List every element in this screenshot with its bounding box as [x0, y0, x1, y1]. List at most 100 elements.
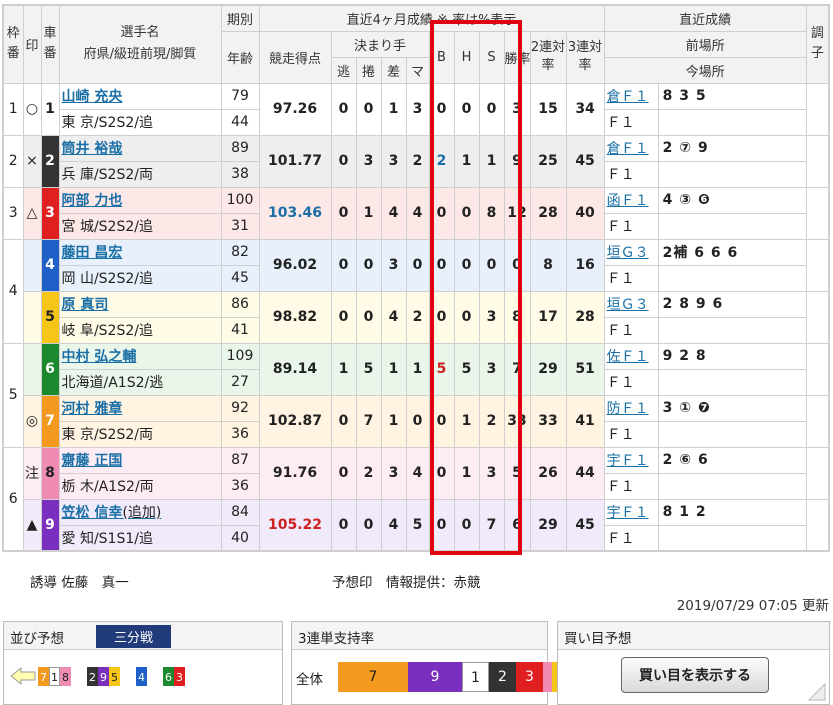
cur-results — [657, 316, 807, 344]
lineup-chips: 718295463 — [10, 666, 185, 686]
s-count: 0 — [478, 82, 505, 136]
two-rate: 28 — [529, 186, 567, 240]
kimarite-sashi-header: 差 — [380, 56, 407, 84]
prev-place-link[interactable]: 垣Ｇ３ — [603, 238, 659, 266]
rider-header: 選手名 府県/級班前現/脚質 — [58, 4, 222, 84]
prev-results: 3 ① ❼ — [657, 394, 807, 422]
kimarite-mark-header: マ — [405, 56, 430, 84]
rider-name-link[interactable]: 笠松 信幸 — [62, 505, 123, 521]
kimarite-k3: 4 — [380, 186, 407, 240]
age: 36 — [220, 420, 260, 448]
show-buy-button[interactable]: 買い目を表示する — [621, 657, 769, 693]
car-number: 4 — [40, 238, 60, 292]
rider-name-link[interactable]: 藤田 昌宏 — [62, 245, 123, 261]
kimarite-k3: 3 — [380, 238, 407, 292]
condition — [805, 134, 830, 188]
prediction-mark: △ — [22, 186, 42, 240]
condition — [805, 446, 830, 500]
s-count: 0 — [478, 238, 505, 292]
win-rate: 12 — [503, 186, 531, 240]
prev-place-link[interactable]: 倉Ｆ１ — [603, 134, 659, 162]
kimarite-k3: 1 — [380, 394, 407, 448]
kimarite-k4: 1 — [405, 342, 430, 396]
period: 79 — [220, 82, 260, 110]
rider-header-line2: 府県/級班前現/脚質 — [83, 47, 197, 63]
cur-place: Ｆ１ — [603, 472, 659, 500]
s-count: 7 — [478, 498, 505, 552]
support-segment: 7 — [338, 662, 408, 692]
kimarite-k3: 4 — [380, 498, 407, 552]
race-points: 89.14 — [258, 342, 332, 396]
lineup-car-chip: 6 — [163, 666, 174, 686]
rider-name-link[interactable]: 齋藤 正国 — [62, 453, 123, 469]
prev-results: 2 8 9 6 — [657, 290, 807, 318]
race-points: 91.76 — [258, 446, 332, 500]
rider-info: 兵 庫/S2S2/両 — [58, 160, 222, 188]
kimarite-k4: 5 — [405, 498, 430, 552]
b-count: 0 — [428, 82, 455, 136]
prev-place-link[interactable]: 函Ｆ１ — [603, 186, 659, 214]
win-rate: 3 — [503, 82, 531, 136]
cur-place: Ｆ１ — [603, 212, 659, 240]
rider-name-link[interactable]: 阿部 力也 — [62, 193, 123, 209]
car-header: 車番 — [40, 4, 60, 84]
kimarite-nige-header: 逃 — [330, 56, 357, 84]
kimarite-k1: 0 — [330, 134, 357, 188]
cur-results — [657, 108, 807, 136]
kimarite-k2: 1 — [355, 186, 382, 240]
h-count: 0 — [453, 186, 480, 240]
prediction-mark: ◎ — [22, 394, 42, 448]
rider-name-link[interactable]: 原 真司 — [62, 297, 109, 313]
condition — [805, 342, 830, 396]
kimarite-k2: 0 — [355, 238, 382, 292]
b-count: 0 — [428, 238, 455, 292]
kimarite-k1: 0 — [330, 498, 357, 552]
prediction-mark — [22, 238, 42, 292]
three-rate: 41 — [565, 394, 605, 448]
three-rate: 51 — [565, 342, 605, 396]
kimarite-k1: 0 — [330, 394, 357, 448]
support-segment: 1 — [462, 662, 489, 692]
support-segment: 3 — [516, 662, 543, 692]
two-rate: 15 — [529, 82, 567, 136]
lead-rider: 誘導 佐藤 真一 — [30, 575, 129, 591]
prediction-mark — [22, 290, 42, 344]
rider-info: 岡 山/S2S2/追 — [58, 264, 222, 292]
prev-place-link[interactable]: 防Ｆ１ — [603, 394, 659, 422]
cur-results — [657, 212, 807, 240]
h-count: 5 — [453, 342, 480, 396]
rider-row: 5原 真司 86 98.82 0 0 4 2 0 0 3 8 17 28 垣Ｇ３ 2 8 9 6 — [3, 290, 830, 344]
lineup-car-chip: 1 — [49, 666, 60, 686]
b-count: 0 — [428, 186, 455, 240]
condition — [805, 186, 830, 240]
kimarite-k4: 4 — [405, 446, 430, 500]
car-number: 6 — [40, 342, 60, 396]
prev-place-link[interactable]: 佐Ｆ１ — [603, 342, 659, 370]
prev-place-link[interactable]: 宇Ｆ１ — [603, 498, 659, 526]
cur-place: Ｆ１ — [603, 420, 659, 448]
lineup-car-chip: 5 — [109, 666, 120, 686]
prev-place-link[interactable]: 垣Ｇ３ — [603, 290, 659, 318]
rider-name-link[interactable]: 筒井 裕哉 — [62, 141, 123, 157]
rider-info: 岐 阜/S2S2/追 — [58, 316, 222, 344]
two-rate: 26 — [529, 446, 567, 500]
lineup-title: 並び予想 — [10, 631, 64, 647]
cur-results — [657, 160, 807, 188]
car-number: 3 — [40, 186, 60, 240]
rider-row: ▲ 9 笠松 信幸(追加) 84 105.22 0 0 4 5 0 0 7 6 29 45 宇Ｆ１ 8 1 2 — [3, 498, 830, 552]
h-header: H — [453, 30, 480, 84]
buy-prediction-box: 買い目予想 買い目を表示する — [557, 621, 830, 705]
race-points: 101.77 — [258, 134, 332, 188]
period: 100 — [220, 186, 260, 214]
rider-name-link[interactable]: 河村 雅章 — [62, 401, 123, 417]
cur-results — [657, 524, 807, 552]
rider-name-link[interactable]: 山崎 充央 — [62, 89, 123, 105]
rider-name-link[interactable]: 中村 弘之輔 — [62, 349, 137, 365]
kimarite-k3: 1 — [380, 342, 407, 396]
prev-results: 8 3 5 — [657, 82, 807, 110]
s-count: 1 — [478, 134, 505, 188]
kimarite-k1: 1 — [330, 342, 357, 396]
prev-place-link[interactable]: 宇Ｆ１ — [603, 446, 659, 474]
prev-place-link[interactable]: 倉Ｆ１ — [603, 82, 659, 110]
prev-results: 2 ⑦ 9 — [657, 134, 807, 162]
